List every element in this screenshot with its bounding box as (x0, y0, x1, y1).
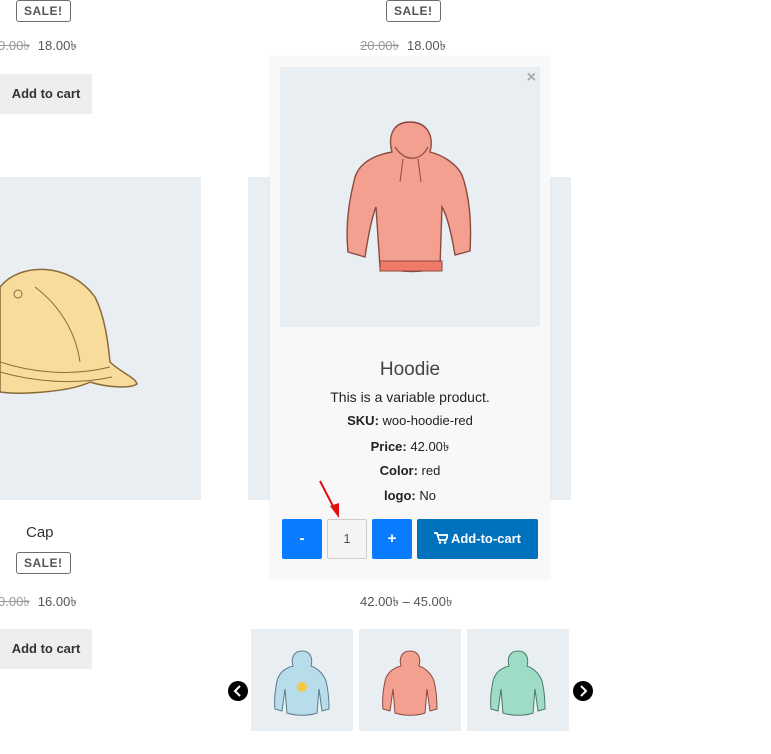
quantity-increase-button[interactable]: + (372, 519, 412, 559)
add-to-cart-button[interactable]: Add to cart (0, 629, 92, 669)
price: 0.00৳ 16.00৳ (0, 593, 77, 614)
new-price: 16.00৳ (37, 594, 77, 609)
popup-description: This is a variable product. (330, 389, 490, 405)
old-price: 0.00৳ (0, 594, 30, 609)
price: 0.00৳ 18.00৳ (0, 37, 77, 58)
add-to-cart-button[interactable]: Add to cart (0, 74, 92, 114)
thumbnail-hoodie-green[interactable] (467, 629, 569, 731)
sku-row: SKU: woo-hoodie-red (270, 413, 550, 428)
cart-icon (433, 532, 450, 544)
logo-label: logo: (383, 488, 416, 503)
sale-badge: SALE! (16, 552, 71, 574)
color-value: red (421, 463, 441, 478)
chevron-left-icon (233, 685, 241, 697)
logo-row: logo: No (270, 488, 550, 503)
carousel-next-button[interactable] (573, 681, 593, 701)
price: 20.00৳ 18.00৳ (360, 37, 446, 58)
popup-product-image (280, 67, 540, 327)
sku-value: woo-hoodie-red (382, 413, 473, 428)
popup-title: Hoodie (379, 359, 441, 380)
new-price: 18.00৳ (37, 38, 77, 53)
old-price: 20.00৳ (360, 38, 400, 53)
hoodie-red-icon (382, 650, 438, 716)
cap-image[interactable] (0, 177, 201, 500)
price-value: 42.00৳ (410, 439, 450, 454)
price-row: Price: 42.00৳ (270, 438, 550, 459)
hoodie-green-icon (490, 650, 546, 716)
hoodie-red-illustration (346, 121, 472, 273)
sale-badge: SALE! (386, 0, 441, 22)
thumbnail-hoodie-blue[interactable] (251, 629, 353, 731)
logo-value: No (419, 488, 436, 503)
color-row: Color: red (270, 463, 550, 478)
sku-label: SKU: (347, 413, 379, 428)
chevron-right-icon (580, 685, 588, 697)
quantity-input[interactable]: 1 (327, 519, 367, 559)
quantity-decrease-button[interactable]: - (282, 519, 322, 559)
old-price: 0.00৳ (0, 38, 30, 53)
add-to-cart-label: Add-to-cart (450, 531, 522, 546)
price-label: Price: (370, 439, 407, 454)
product-title[interactable]: Cap (26, 524, 54, 541)
add-to-cart-button[interactable]: Add-to-cart (417, 519, 538, 559)
thumbnail-hoodie-red[interactable] (359, 629, 461, 731)
quick-view-popup: × Hoodie This is a variable product. SKU… (270, 57, 550, 579)
hoodie-blue-icon (274, 650, 330, 716)
price-range: 42.00৳ – 45.00৳ (360, 594, 453, 609)
sale-badge: SALE! (16, 0, 71, 22)
cap-illustration (0, 268, 138, 394)
color-label: Color: (379, 463, 418, 478)
carousel-prev-button[interactable] (228, 681, 248, 701)
close-icon[interactable]: × (527, 69, 536, 87)
red-arrow-annotation (319, 480, 339, 518)
new-price: 18.00৳ (407, 38, 447, 53)
